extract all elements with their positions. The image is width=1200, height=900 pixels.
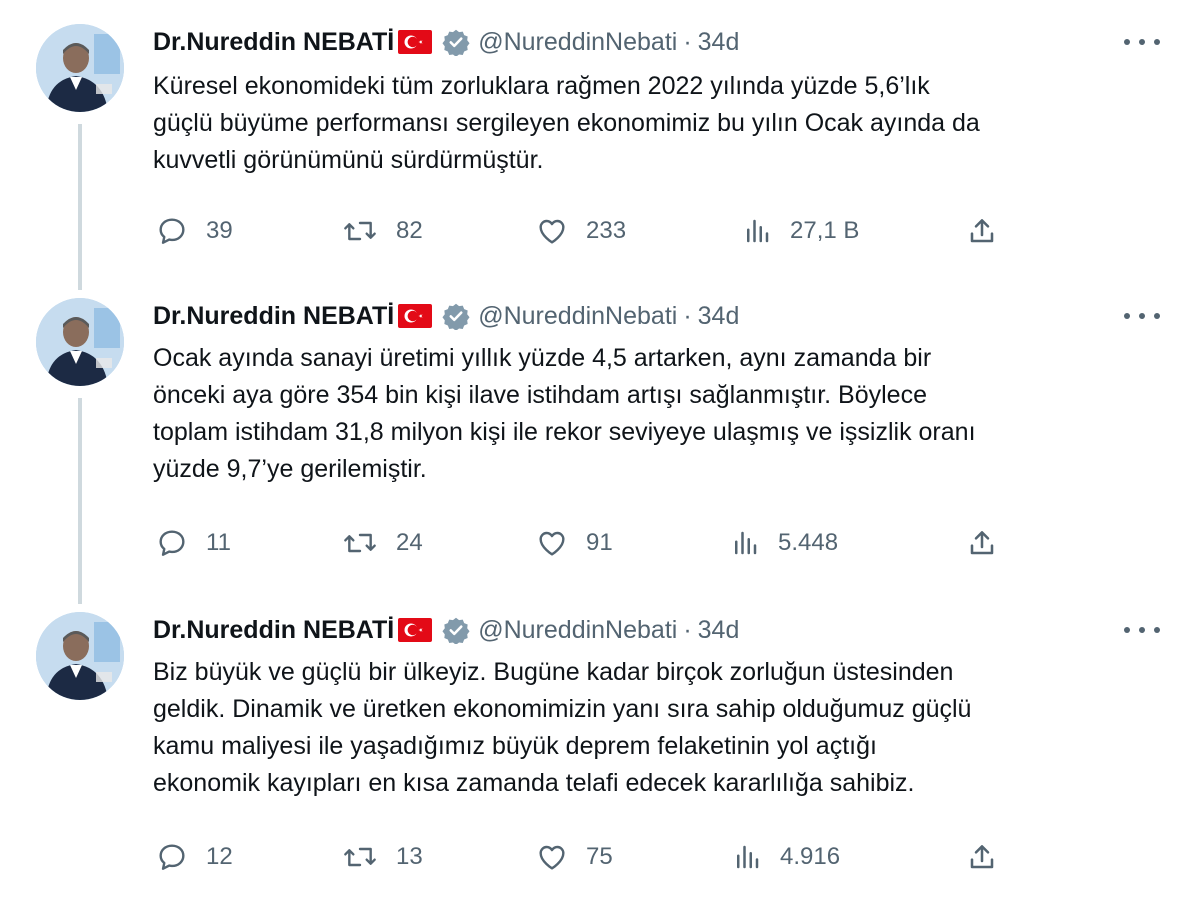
tweet-line: güçlü büyüme performansı sergileyen ekon… xyxy=(153,109,980,137)
reply-icon xyxy=(159,844,185,870)
views-icon xyxy=(735,531,757,555)
like-icon xyxy=(539,845,565,870)
retweet-button[interactable]: 82 xyxy=(342,214,423,248)
tweet-line: Küresel ekonomideki tüm zorluklara rağme… xyxy=(153,72,930,100)
avatar[interactable] xyxy=(36,298,124,386)
retweet-icon xyxy=(344,533,376,553)
separator-dot: · xyxy=(683,301,692,330)
thread-line xyxy=(78,398,82,604)
views-count: 27,1 B xyxy=(790,217,860,244)
reply-icon xyxy=(159,530,185,556)
flag-turkey-icon xyxy=(398,30,433,54)
views-icon xyxy=(747,219,769,243)
share-button[interactable] xyxy=(966,214,998,248)
verified-badge-icon xyxy=(442,616,470,644)
tweet-text: Ocak ayında sanayi üretimi yıllık yüzde … xyxy=(153,340,1163,488)
retweet-button[interactable]: 24 xyxy=(342,526,423,560)
tweet-text: Biz büyük ve güçlü bir ülkeyiz. Bugüne k… xyxy=(153,654,1163,802)
share-icon xyxy=(970,845,994,869)
like-icon xyxy=(539,531,565,556)
retweet-button[interactable]: 13 xyxy=(342,840,423,874)
timestamp[interactable]: 34d xyxy=(698,28,740,57)
retweet-icon xyxy=(344,847,376,867)
author-name[interactable]: Dr.Nureddin NEBATİ xyxy=(153,28,394,57)
reply-count: 11 xyxy=(206,529,231,556)
like-button[interactable]: 75 xyxy=(536,840,613,874)
tweet-line: Biz büyük ve güçlü bir ülkeyiz. Bugüne k… xyxy=(153,658,954,686)
more-icon[interactable] xyxy=(1124,618,1160,642)
like-count: 91 xyxy=(586,529,613,556)
like-button[interactable]: 233 xyxy=(536,214,626,248)
verified-badge-icon xyxy=(442,28,470,56)
separator-dot: · xyxy=(683,615,692,644)
flag-turkey-icon xyxy=(398,304,433,328)
share-icon xyxy=(970,219,994,243)
tweet-line: toplam istihdam 31,8 milyon kişi ile rek… xyxy=(153,418,976,446)
tweet-line: yüzde 9,7’ye gerilemiştir. xyxy=(153,455,427,483)
tweet-line: geldik. Dinamik ve üretken ekonomimizin … xyxy=(153,695,972,723)
author-handle[interactable]: @NureddinNebati xyxy=(478,302,677,331)
verified-badge-icon xyxy=(442,302,470,330)
reply-button[interactable]: 39 xyxy=(156,214,233,248)
reply-count: 39 xyxy=(206,217,233,244)
retweet-icon xyxy=(344,221,376,241)
share-button[interactable] xyxy=(966,526,998,560)
share-icon xyxy=(970,531,994,555)
like-count: 75 xyxy=(586,843,613,870)
views-button[interactable]: 5.448 xyxy=(730,526,838,560)
views-icon xyxy=(737,845,759,869)
timestamp[interactable]: 34d xyxy=(698,302,740,331)
flag-turkey-icon xyxy=(398,618,433,642)
retweet-count: 24 xyxy=(396,529,423,556)
tweet-actions: 39 82 233 27,1 B xyxy=(0,214,1200,248)
reply-button[interactable]: 11 xyxy=(156,526,231,560)
views-count: 4.916 xyxy=(780,843,841,870)
reply-icon xyxy=(159,218,185,244)
more-icon[interactable] xyxy=(1124,30,1160,54)
author-handle[interactable]: @NureddinNebati xyxy=(478,28,677,57)
thread-line xyxy=(78,124,82,290)
retweet-count: 82 xyxy=(396,217,423,244)
share-button[interactable] xyxy=(966,840,998,874)
separator-dot: · xyxy=(683,27,692,56)
tweet-line: kuvvetli görünümünü sürdürmüştür. xyxy=(153,146,544,174)
like-icon xyxy=(539,219,565,244)
like-button[interactable]: 91 xyxy=(536,526,613,560)
tweet-actions: 12 13 75 4.916 xyxy=(0,840,1200,874)
tweet-line: kamu maliyesi ile yaşadığımız büyük depr… xyxy=(153,732,877,760)
author-name[interactable]: Dr.Nureddin NEBATİ xyxy=(153,616,394,645)
author-handle[interactable]: @NureddinNebati xyxy=(478,616,677,645)
tweet-line: Ocak ayında sanayi üretimi yıllık yüzde … xyxy=(153,344,932,372)
avatar[interactable] xyxy=(36,24,124,112)
tweet-line: önceki aya göre 354 bin kişi ilave istih… xyxy=(153,381,927,409)
views-button[interactable]: 27,1 B xyxy=(742,214,859,248)
more-icon[interactable] xyxy=(1124,304,1160,328)
avatar[interactable] xyxy=(36,612,124,700)
views-button[interactable]: 4.916 xyxy=(732,840,840,874)
timestamp[interactable]: 34d xyxy=(698,616,740,645)
tweet-line: ekonomik kayıpları en kısa zamanda telaf… xyxy=(153,769,915,797)
retweet-count: 13 xyxy=(396,843,423,870)
views-count: 5.448 xyxy=(778,529,839,556)
tweet-actions: 11 24 91 5.448 xyxy=(0,526,1200,560)
tweet-text: Küresel ekonomideki tüm zorluklara rağme… xyxy=(153,68,1163,179)
reply-button[interactable]: 12 xyxy=(156,840,233,874)
like-count: 233 xyxy=(586,217,627,244)
author-name[interactable]: Dr.Nureddin NEBATİ xyxy=(153,302,394,331)
reply-count: 12 xyxy=(206,843,233,870)
